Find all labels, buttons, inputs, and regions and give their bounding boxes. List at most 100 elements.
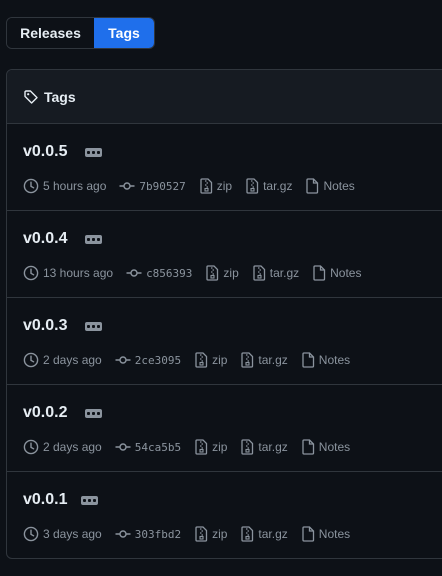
tag-name-link[interactable]: v0.0.1 <box>23 491 67 509</box>
notes-label: Notes <box>318 527 351 541</box>
zip-label: zip <box>216 179 233 193</box>
notes-link[interactable]: Notes <box>301 526 350 542</box>
tags-box: Tags v0.0.5 5 hours ago 7b90527 zip tar.… <box>6 69 442 559</box>
releases-tab[interactable]: Releases <box>7 18 94 48</box>
targz-download-link[interactable]: tar.gz <box>245 178 292 194</box>
commit-sha: 7b90527 <box>139 179 186 193</box>
file-icon <box>312 265 326 281</box>
clock-icon <box>23 439 39 455</box>
zip-download-link[interactable]: zip <box>194 526 227 542</box>
commit-icon <box>115 439 131 455</box>
commit-link[interactable]: c856393 <box>126 265 192 281</box>
zip-download-link[interactable]: zip <box>194 439 227 455</box>
ellipsis-icon[interactable] <box>85 235 102 244</box>
tag-time: 2 days ago <box>23 439 102 455</box>
file-zip-icon <box>252 265 266 281</box>
commit-sha: 54ca5b5 <box>134 440 182 454</box>
commit-icon <box>115 526 131 542</box>
ellipsis-icon[interactable] <box>85 322 102 331</box>
tag-meta: 2 days ago 2ce3095 zip tar.gz Notes <box>23 351 363 369</box>
notes-link[interactable]: Notes <box>305 178 355 194</box>
commit-link[interactable]: 303fbd2 <box>115 526 181 542</box>
notes-link[interactable]: Notes <box>301 352 350 368</box>
file-zip-icon <box>245 178 259 194</box>
zip-download-link[interactable]: zip <box>199 178 232 194</box>
targz-download-link[interactable]: tar.gz <box>252 265 299 281</box>
tag-time: 13 hours ago <box>23 265 113 281</box>
targz-download-link[interactable]: tar.gz <box>240 526 288 542</box>
ellipsis-icon[interactable] <box>85 148 102 157</box>
clock-icon <box>23 178 39 194</box>
targz-label: tar.gz <box>258 353 288 367</box>
tag-row: v0.0.4 13 hours ago c856393 zip tar.gz N… <box>7 211 442 298</box>
notes-label: Notes <box>318 353 351 367</box>
clock-icon <box>23 265 39 281</box>
tag-meta: 2 days ago 54ca5b5 zip tar.gz Notes <box>23 438 363 456</box>
tag-row: v0.0.2 2 days ago 54ca5b5 zip tar.gz Not… <box>7 385 442 472</box>
tags-tab[interactable]: Tags <box>94 18 154 48</box>
tag-time-text: 3 days ago <box>43 527 102 541</box>
zip-label: zip <box>212 353 228 367</box>
clock-icon <box>23 352 39 368</box>
tag-time-text: 2 days ago <box>43 353 102 367</box>
targz-label: tar.gz <box>258 527 288 541</box>
file-zip-icon <box>205 265 219 281</box>
tag-time: 2 days ago <box>23 352 102 368</box>
file-icon <box>301 439 315 455</box>
targz-download-link[interactable]: tar.gz <box>240 439 288 455</box>
zip-label: zip <box>212 527 228 541</box>
zip-download-link[interactable]: zip <box>194 352 227 368</box>
file-zip-icon <box>199 178 213 194</box>
notes-label: Notes <box>330 266 362 280</box>
targz-label: tar.gz <box>269 266 300 280</box>
tag-row: v0.0.5 5 hours ago 7b90527 zip tar.gz No… <box>7 124 442 211</box>
zip-download-link[interactable]: zip <box>205 265 239 281</box>
targz-label: tar.gz <box>258 440 288 454</box>
file-zip-icon <box>240 439 254 455</box>
commit-link[interactable]: 2ce3095 <box>115 352 181 368</box>
ellipsis-icon[interactable] <box>85 409 102 418</box>
file-zip-icon <box>240 352 254 368</box>
tag-time-text: 2 days ago <box>43 440 102 454</box>
commit-icon <box>119 178 135 194</box>
targz-label: tar.gz <box>263 179 293 193</box>
file-zip-icon <box>194 526 208 542</box>
tag-icon <box>23 89 39 105</box>
file-zip-icon <box>194 439 208 455</box>
tags-box-title: Tags <box>44 88 76 105</box>
file-zip-icon <box>240 526 254 542</box>
commit-link[interactable]: 7b90527 <box>119 178 186 194</box>
commit-icon <box>115 352 131 368</box>
file-icon <box>301 352 315 368</box>
tag-time: 3 days ago <box>23 526 102 542</box>
notes-link[interactable]: Notes <box>312 265 361 281</box>
tag-name-link[interactable]: v0.0.4 <box>23 230 67 248</box>
tag-meta: 13 hours ago c856393 zip tar.gz Notes <box>23 264 374 282</box>
file-icon <box>305 178 319 194</box>
tag-row: v0.0.1 3 days ago 303fbd2 zip tar.gz Not… <box>7 472 442 558</box>
tag-time: 5 hours ago <box>23 178 106 194</box>
commit-icon <box>126 265 142 281</box>
tag-name-link[interactable]: v0.0.3 <box>23 317 67 335</box>
file-icon <box>301 526 315 542</box>
tag-name-link[interactable]: v0.0.2 <box>23 404 67 422</box>
tag-time-text: 5 hours ago <box>43 179 107 193</box>
tag-name-link[interactable]: v0.0.5 <box>23 143 67 161</box>
notes-label: Notes <box>323 179 355 193</box>
tags-box-header: Tags <box>7 70 442 124</box>
zip-label: zip <box>212 440 228 454</box>
tag-meta: 3 days ago 303fbd2 zip tar.gz Notes <box>23 525 363 543</box>
zip-label: zip <box>223 266 239 280</box>
tag-time-text: 13 hours ago <box>43 266 114 280</box>
notes-link[interactable]: Notes <box>301 439 350 455</box>
tag-meta: 5 hours ago 7b90527 zip tar.gz Notes <box>23 177 368 195</box>
ellipsis-icon[interactable] <box>81 496 98 505</box>
commit-link[interactable]: 54ca5b5 <box>115 439 181 455</box>
releases-tags-toggle: Releases Tags <box>6 17 155 49</box>
notes-label: Notes <box>318 440 351 454</box>
commit-sha: 303fbd2 <box>134 527 182 541</box>
commit-sha: c856393 <box>146 266 193 280</box>
commit-sha: 2ce3095 <box>134 353 182 367</box>
targz-download-link[interactable]: tar.gz <box>240 352 288 368</box>
file-zip-icon <box>194 352 208 368</box>
